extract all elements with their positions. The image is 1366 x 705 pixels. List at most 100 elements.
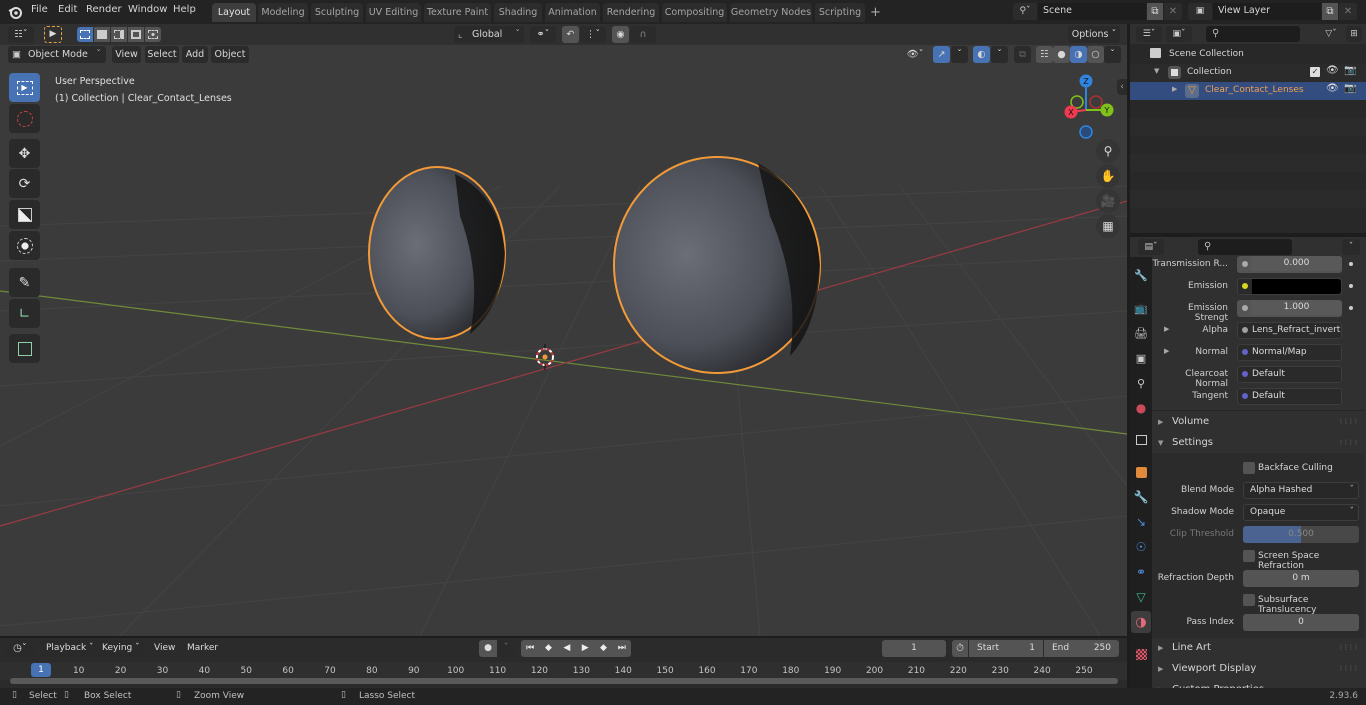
tool-transform[interactable]: [9, 231, 40, 260]
emission-color-swatch[interactable]: [1252, 279, 1341, 294]
tab-constraints[interactable]: ⚭: [1131, 561, 1151, 583]
new-scene-icon[interactable]: ⧉: [1147, 3, 1163, 20]
tool-annotate[interactable]: ✎: [9, 268, 40, 297]
tab-layout[interactable]: Layout: [212, 3, 256, 22]
tab-texture[interactable]: [1131, 643, 1151, 665]
view-layer-name-field[interactable]: View Layer: [1213, 3, 1321, 20]
socket-dot[interactable]: [1242, 327, 1248, 333]
transmission-roughness-field[interactable]: 0.000: [1237, 256, 1342, 273]
menu-window[interactable]: Window: [128, 4, 167, 15]
select-mode-extend-icon[interactable]: [94, 27, 110, 42]
menu-help[interactable]: Help: [173, 4, 196, 15]
tab-output[interactable]: 🖨: [1131, 322, 1151, 344]
render-camera-icon[interactable]: 📷: [1344, 65, 1356, 76]
expand-arrow-icon[interactable]: ▶: [1172, 85, 1177, 93]
delete-scene-icon[interactable]: ✕: [1164, 3, 1182, 20]
tab-modeling[interactable]: Modeling: [258, 3, 308, 22]
tab-material[interactable]: ◑: [1131, 611, 1151, 633]
clip-threshold-slider[interactable]: 0.500: [1243, 526, 1359, 543]
timeline-scrollbar[interactable]: [10, 678, 1118, 684]
socket-dot[interactable]: [1242, 371, 1248, 377]
pivot-point-dropdown[interactable]: ⚭ˇ: [530, 26, 556, 43]
tab-geometry-nodes[interactable]: Geometry Nodes: [730, 3, 812, 22]
transform-orientation-dropdown[interactable]: ⌞ Global ˇ: [454, 26, 524, 43]
normal-link-field[interactable]: Normal/Map: [1237, 344, 1342, 361]
add-workspace-button[interactable]: +: [867, 3, 884, 22]
emission-color-field[interactable]: [1237, 278, 1342, 295]
alpha-link-field[interactable]: Lens_Refract_invert...: [1237, 322, 1342, 339]
view-layer-browse-icon[interactable]: ▣: [1188, 3, 1212, 20]
tab-particles[interactable]: ↘: [1131, 511, 1151, 533]
gizmo-dropdown-icon[interactable]: ˇ: [951, 46, 968, 63]
select-tool-icon[interactable]: ▶: [44, 26, 62, 43]
tab-collection[interactable]: [1131, 429, 1151, 451]
select-menu[interactable]: Select: [145, 46, 179, 63]
proportional-edit-icon[interactable]: ◉: [612, 26, 629, 43]
tab-animation[interactable]: Animation: [545, 3, 600, 22]
display-mode-icon[interactable]: ▣ˇ: [1166, 26, 1192, 42]
tool-scale[interactable]: [9, 200, 40, 229]
refraction-depth-field[interactable]: 0 m: [1243, 570, 1359, 587]
screen-space-refraction-checkbox[interactable]: [1243, 550, 1255, 562]
delete-view-layer-icon[interactable]: ✕: [1339, 3, 1357, 20]
tab-sculpting[interactable]: Sculpting: [311, 3, 363, 22]
object-menu[interactable]: Object: [211, 46, 249, 63]
drag-handle-icon[interactable]: ⋮⋮⋮⋮: [1338, 659, 1359, 679]
section-custom-properties[interactable]: ▶Custom Properties: [1152, 680, 1362, 688]
overlays-toggle-icon[interactable]: ◐: [973, 46, 990, 63]
menu-render[interactable]: Render: [86, 4, 122, 15]
drag-handle-icon[interactable]: ⋮⋮⋮⋮: [1338, 433, 1359, 453]
gizmo-toggle-icon[interactable]: ↗: [933, 46, 950, 63]
proportional-falloff-dropdown[interactable]: ∩: [630, 26, 656, 43]
emission-strength-field[interactable]: 1.000: [1237, 300, 1342, 317]
tab-modifiers[interactable]: 🔧: [1131, 486, 1151, 508]
subsurface-translucency-checkbox[interactable]: [1243, 594, 1255, 606]
section-line-art[interactable]: ▶ Line Art ⋮⋮⋮⋮: [1152, 638, 1362, 658]
toggle-ortho-icon[interactable]: ▦: [1096, 214, 1120, 238]
snap-toggle-icon[interactable]: ↶: [562, 26, 579, 43]
snap-target-dropdown[interactable]: ⋮ˇ: [580, 26, 606, 43]
select-mode-new-icon[interactable]: [77, 27, 93, 42]
visibility-eye-icon[interactable]: 👁: [1326, 65, 1339, 76]
section-settings[interactable]: ▼ Settings ⋮⋮⋮⋮: [1152, 433, 1362, 453]
tool-measure[interactable]: ∟: [9, 299, 40, 328]
pan-view-icon[interactable]: ✋: [1096, 164, 1120, 188]
camera-view-icon[interactable]: 🎥: [1096, 189, 1120, 213]
tab-world[interactable]: ●: [1131, 397, 1151, 419]
outliner-editor-type-icon[interactable]: ☰ˇ: [1136, 26, 1162, 42]
outliner-row-collection[interactable]: ▼ Collection ✓ 👁 📷: [1130, 64, 1366, 82]
pass-index-field[interactable]: 0: [1243, 614, 1359, 631]
zoom-view-icon[interactable]: ⚲: [1096, 139, 1120, 163]
tool-select-box[interactable]: ▶: [9, 73, 40, 102]
menu-edit[interactable]: Edit: [58, 4, 77, 15]
properties-editor-type-icon[interactable]: ▤ˇ: [1138, 239, 1164, 255]
drag-handle-icon[interactable]: ⋮⋮⋮⋮: [1338, 638, 1359, 658]
tool-rotate[interactable]: ⟳: [9, 169, 40, 198]
3d-cursor-icon[interactable]: [536, 344, 554, 370]
tab-compositing[interactable]: Compositing: [662, 3, 727, 22]
keyframe-dot[interactable]: [1349, 262, 1353, 266]
shading-rendered-icon[interactable]: ○: [1087, 46, 1104, 63]
3d-viewport[interactable]: ☷ˇ ▶ ⌞ Global ˇ ⚭ˇ ↶ ⋮ˇ ◉ ∩ Options ˇ ▣ Obj…: [0, 24, 1127, 636]
keyframe-dot[interactable]: [1349, 284, 1353, 288]
drag-handle-icon[interactable]: ⋮⋮⋮⋮: [1338, 412, 1359, 432]
socket-dot[interactable]: [1242, 349, 1248, 355]
select-mode-difference-icon[interactable]: [128, 27, 144, 42]
view-menu[interactable]: View: [112, 46, 141, 63]
mode-dropdown[interactable]: ▣ Object Mode ˇ: [8, 46, 106, 63]
new-collection-icon[interactable]: ⊞: [1346, 26, 1362, 42]
navigation-gizmo[interactable]: Z X Y: [1055, 74, 1120, 139]
playhead[interactable]: 1: [31, 663, 51, 677]
properties-options-dropdown[interactable]: ˇ: [1342, 239, 1360, 255]
select-mode-intersect-icon[interactable]: [145, 27, 161, 42]
visibility-eye-icon[interactable]: 👁: [1326, 83, 1339, 94]
section-viewport-display[interactable]: ▶ Viewport Display ⋮⋮⋮⋮: [1152, 659, 1362, 679]
tool-add-cube[interactable]: [9, 334, 40, 363]
filter-icon[interactable]: ▽ˇ: [1318, 26, 1344, 42]
tab-scripting[interactable]: Scripting: [815, 3, 865, 22]
tab-tool[interactable]: 🔧: [1131, 264, 1151, 286]
shading-dropdown-icon[interactable]: ˇ: [1104, 46, 1121, 63]
visibility-dropdown-icon[interactable]: 👁ˇ: [900, 46, 930, 63]
tab-object[interactable]: [1131, 461, 1151, 483]
exclude-checkbox[interactable]: ✓: [1310, 67, 1320, 77]
